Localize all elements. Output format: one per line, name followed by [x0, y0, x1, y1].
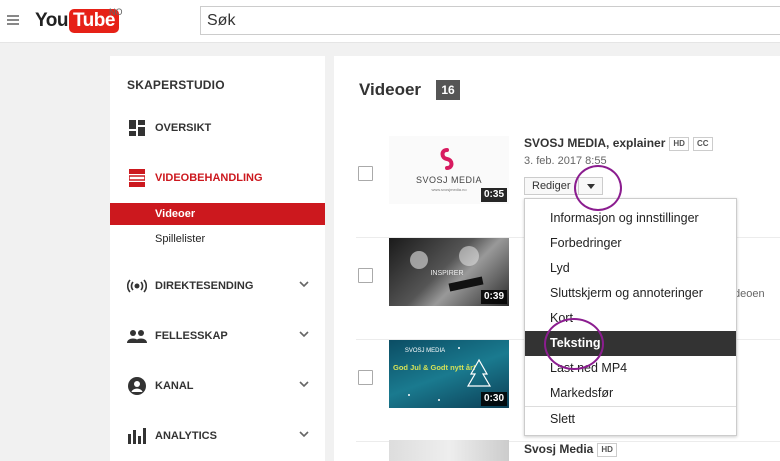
sidebar-item-analytics[interactable]: ANALYTICS	[110, 421, 325, 451]
video-thumbnail[interactable]: INSPIRER 0:39	[389, 238, 509, 306]
video-duration: 0:35	[480, 188, 507, 202]
sidebar-item-kanal[interactable]: KANAL	[110, 371, 325, 401]
video-description-partial: deoen	[734, 288, 765, 300]
video-thumbnail[interactable]: SVOSJ MEDIA God Jul & Godt nytt år! 0:30	[389, 340, 509, 408]
thumb-greeting-text: God Jul & Godt nytt år!	[393, 363, 476, 372]
sidebar: SKAPERSTUDIO OVERSIKT VIDEOBEHANDLING Vi…	[110, 56, 325, 461]
thumb-brand-text: SVOSJ MEDIA	[416, 175, 482, 185]
hd-badge: HD	[597, 442, 617, 457]
youtube-logo[interactable]: You Tube	[35, 9, 119, 33]
sidebar-item-label: OVERSIKT	[155, 122, 212, 134]
menu-item-promote[interactable]: Markedsfør	[525, 381, 736, 406]
chevron-down-icon[interactable]	[299, 429, 309, 439]
video-checkbox[interactable]	[358, 268, 373, 283]
chevron-down-icon[interactable]	[299, 379, 309, 389]
highlight-circle	[574, 165, 622, 211]
thumb-brand-text: SVOSJ MEDIA	[405, 348, 445, 354]
thumb-overlay-text: INSPIRER	[430, 270, 463, 277]
video-title-text: SVOSJ MEDIA, explainer	[524, 136, 666, 150]
page-title: Videoer	[359, 80, 422, 99]
video-duration: 0:30	[480, 392, 507, 406]
menu-item-end-screen[interactable]: Sluttskjerm og annoteringer	[525, 281, 736, 306]
highlight-circle	[544, 318, 604, 370]
thumb-url-text: www.svosjmedia.no	[431, 187, 467, 192]
video-checkbox[interactable]	[358, 166, 373, 181]
menu-item-delete[interactable]: Slett	[525, 407, 736, 432]
chevron-down-icon[interactable]	[299, 329, 309, 339]
sidebar-item-direktesending[interactable]: DIREKTESENDING	[110, 271, 325, 301]
sidebar-item-videobehandling[interactable]: VIDEOBEHANDLING	[110, 163, 325, 193]
video-title[interactable]: Svosj Media HD	[524, 442, 617, 457]
live-broadcast-icon	[127, 276, 147, 296]
sidebar-item-label: ANALYTICS	[155, 430, 217, 442]
sidebar-item-oversikt[interactable]: OVERSIKT	[110, 113, 325, 143]
search-input[interactable]: Søk	[200, 6, 780, 35]
sidebar-subitem-videoer[interactable]: Videoer	[110, 203, 325, 225]
edit-dropdown-menu: Informasjon og innstillinger Forbedringe…	[524, 198, 737, 436]
video-manager-icon	[127, 168, 147, 188]
sidebar-subitem-spillelister[interactable]: Spillelister	[110, 228, 325, 250]
menu-item-enhancements[interactable]: Forbedringer	[525, 231, 736, 256]
sidebar-title: SKAPERSTUDIO	[127, 78, 225, 92]
hd-badge: HD	[669, 136, 689, 151]
video-count-badge: 16	[436, 80, 460, 100]
cc-badge: CC	[692, 136, 713, 151]
channel-icon	[127, 376, 147, 396]
menu-item-info-settings[interactable]: Informasjon og innstillinger	[525, 206, 736, 231]
chevron-down-icon[interactable]	[299, 279, 309, 289]
video-thumbnail[interactable]: SVOSJ MEDIA www.svosjmedia.no 0:35	[389, 136, 509, 204]
community-icon	[127, 326, 147, 346]
dashboard-icon	[127, 118, 147, 138]
video-thumbnail[interactable]	[389, 440, 509, 461]
sidebar-item-fellesskap[interactable]: FELLESSKAP	[110, 321, 325, 351]
video-row: Svosj Media HD	[334, 440, 780, 461]
sidebar-item-label: KANAL	[155, 380, 194, 392]
country-code: NO	[109, 7, 123, 17]
sidebar-item-label: VIDEOBEHANDLING	[155, 172, 263, 184]
edit-button[interactable]: Rediger	[524, 177, 579, 195]
video-title[interactable]: SVOSJ MEDIA, explainer HD CC	[524, 136, 713, 151]
video-checkbox[interactable]	[358, 370, 373, 385]
sidebar-item-label: FELLESSKAP	[155, 330, 228, 342]
video-duration: 0:39	[480, 290, 507, 304]
menu-item-audio[interactable]: Lyd	[525, 256, 736, 281]
top-bar: You Tube NO Søk	[0, 0, 780, 43]
logo-you-text: You	[35, 10, 68, 31]
video-title-text: Svosj Media	[524, 442, 594, 456]
analytics-icon	[127, 426, 147, 446]
menu-icon[interactable]	[7, 15, 19, 25]
sidebar-item-label: DIREKTESENDING	[155, 280, 254, 292]
